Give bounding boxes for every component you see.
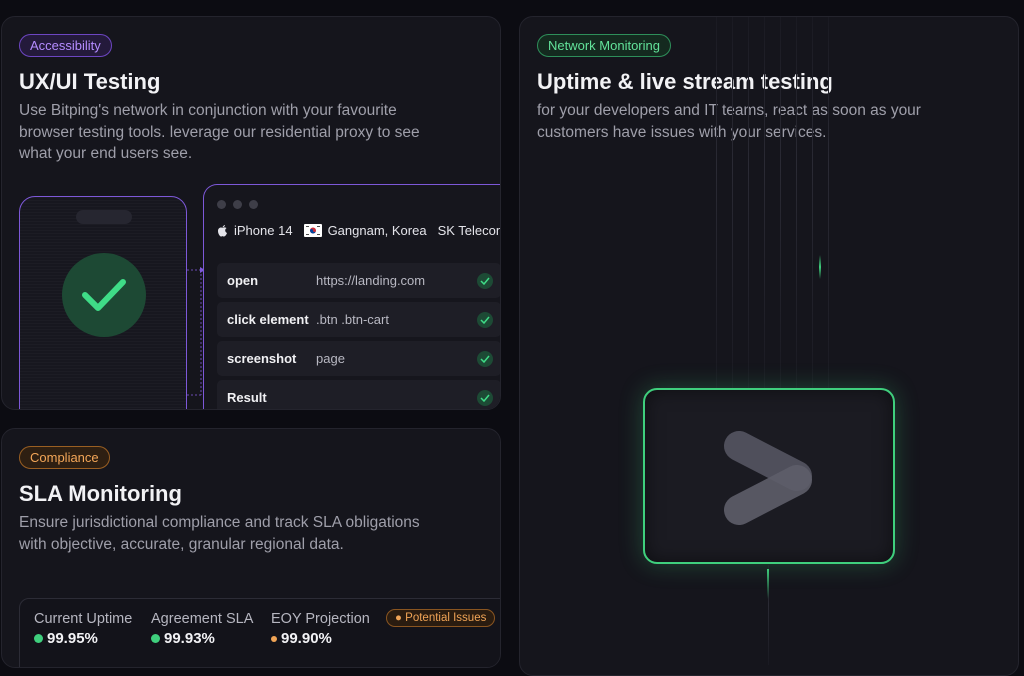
network-monitoring-badge: Network Monitoring: [537, 34, 671, 57]
window-dot: [233, 200, 242, 209]
success-check-icon: [62, 253, 146, 337]
sla-monitoring-description: Ensure jurisdictional compliance and tra…: [19, 514, 420, 553]
step-check-icon: [477, 312, 493, 328]
eoy-projection-stat: EOY Projection 99.90%: [271, 611, 370, 647]
device-name: iPhone 14: [234, 223, 293, 238]
phone-mockup: [19, 196, 187, 409]
ux-testing-title: UX/UI Testing: [19, 69, 161, 94]
status-dot-icon: [271, 635, 277, 642]
status-dot-icon: [34, 634, 43, 643]
uptime-testing-card: Network Monitoring Uptime & live stream …: [519, 16, 1019, 676]
live-stream-player[interactable]: [643, 388, 895, 564]
stat-value: 99.95%: [47, 630, 98, 647]
step-check-icon: [477, 390, 493, 406]
step-check-icon: [477, 351, 493, 367]
step-command: open: [227, 273, 259, 288]
window-dot: [217, 200, 226, 209]
test-step-row: click element .btn .btn-cart: [217, 302, 500, 337]
phone-notch: [76, 210, 132, 224]
sla-monitoring-title: SLA Monitoring: [19, 481, 182, 506]
step-command: click element: [227, 312, 309, 327]
test-step-row: open https://landing.com: [217, 263, 500, 298]
stat-label: Agreement SLA: [151, 611, 254, 627]
uptime-testing-description: for your developers and IT teams, react …: [537, 102, 921, 141]
ux-testing-description: Use Bitping's network in conjunction wit…: [19, 102, 420, 162]
stat-value: 99.90%: [281, 630, 332, 647]
issues-label: Potential Issues: [405, 612, 487, 624]
stat-label: EOY Projection: [271, 611, 370, 627]
location-name: Gangnam, Korea: [327, 223, 427, 238]
window-controls: [217, 200, 258, 209]
step-command: Result: [227, 390, 267, 405]
device-info-bar: iPhone 14 Gangnam, Korea SK Telecom: [217, 223, 501, 238]
test-step-row: Result: [217, 380, 500, 409]
carrier-name: SK Telecom: [437, 223, 501, 238]
step-command: screenshot: [227, 351, 297, 366]
window-dot: [249, 200, 258, 209]
sla-monitoring-card: Compliance SLA Monitoring Ensure jurisdi…: [1, 428, 501, 668]
stat-value: 99.93%: [164, 630, 215, 647]
sla-stats-panel: Current Uptime 99.95% Agreement SLA 99.9…: [19, 598, 500, 667]
ux-testing-card: Accessibility UX/UI Testing Use Bitping'…: [1, 16, 501, 410]
accessibility-badge: Accessibility: [19, 34, 112, 57]
stat-label: Current Uptime: [34, 611, 133, 627]
step-check-icon: [477, 273, 493, 289]
agreement-sla-stat: Agreement SLA 99.93%: [151, 611, 253, 647]
step-argument: page: [316, 351, 345, 366]
potential-issues-badge: ● Potential Issues: [386, 609, 496, 627]
step-argument: https://landing.com: [316, 273, 426, 288]
status-dot-icon: [151, 634, 160, 643]
test-steps-list: open https://landing.com click element .…: [217, 263, 500, 409]
current-uptime-stat: Current Uptime 99.95%: [34, 611, 132, 647]
step-argument: .btn .btn-cart: [316, 312, 389, 327]
uptime-testing-title: Uptime & live stream testing: [537, 69, 833, 94]
apple-icon: [218, 225, 227, 237]
play-icon: [724, 431, 812, 525]
test-step-row: screenshot page: [217, 341, 500, 376]
compliance-badge: Compliance: [19, 446, 110, 469]
korea-flag-icon: [303, 224, 322, 237]
browser-window: iPhone 14 Gangnam, Korea SK Telecom open…: [203, 184, 501, 409]
